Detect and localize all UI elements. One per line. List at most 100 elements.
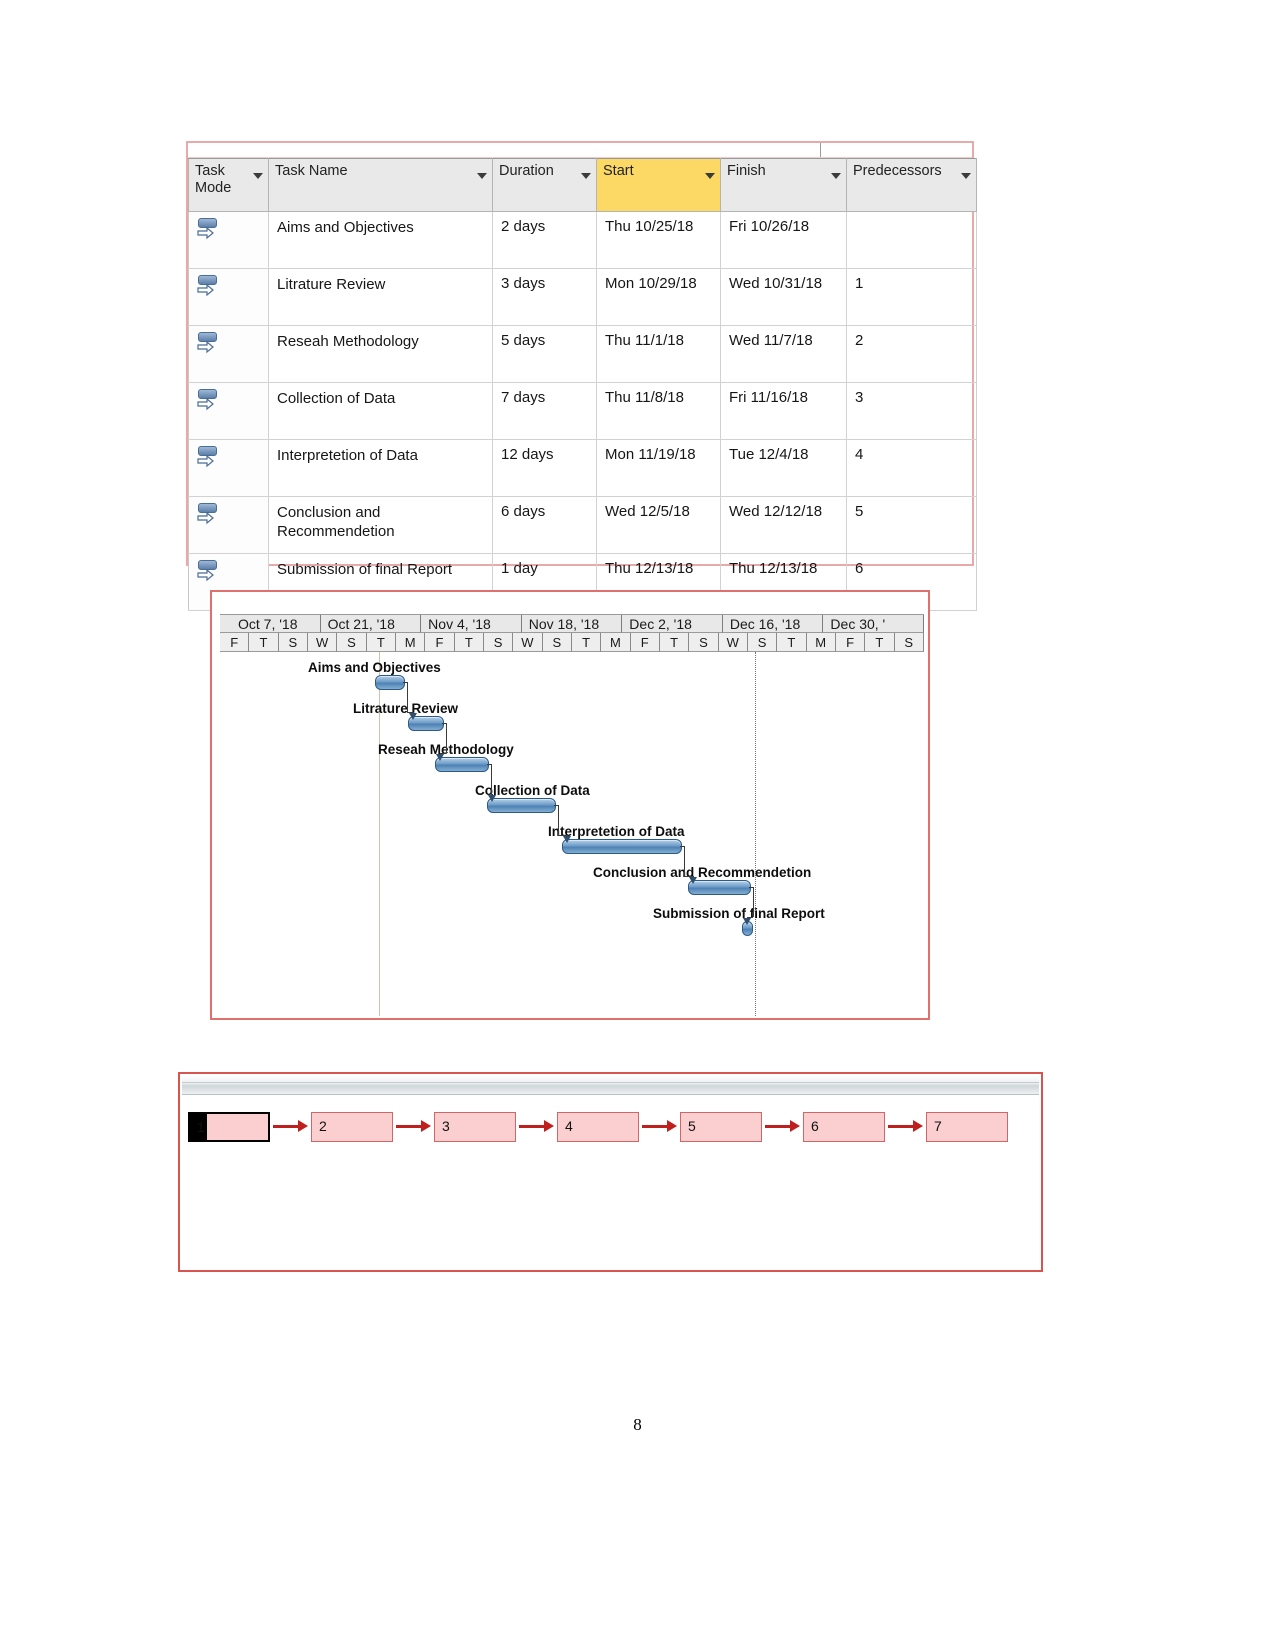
cell-task-mode[interactable] bbox=[188, 211, 269, 269]
timescale-day: S bbox=[278, 633, 308, 652]
gantt-bar[interactable] bbox=[375, 675, 405, 690]
cell-finish[interactable]: Wed 12/12/18 bbox=[720, 496, 847, 554]
gantt-bar-label: Conclusion and Recommendetion bbox=[593, 865, 812, 880]
column-label: Finish bbox=[727, 163, 766, 179]
filter-dropdown-icon[interactable] bbox=[477, 173, 487, 179]
gantt-link-arrow-icon bbox=[689, 877, 697, 884]
network-node[interactable]: 1 bbox=[188, 1112, 270, 1142]
timescale-day: S bbox=[542, 633, 572, 652]
timescale-week: Dec 16, '18 bbox=[722, 615, 824, 633]
cell-task-name[interactable]: Interpretetion of Data bbox=[268, 439, 493, 497]
page-number: 8 bbox=[633, 1415, 642, 1434]
timescale-day: M bbox=[395, 633, 426, 652]
column-header-duration[interactable]: Duration bbox=[492, 158, 597, 212]
cell-predecessors[interactable]: 4 bbox=[846, 439, 977, 497]
filter-dropdown-icon[interactable] bbox=[831, 173, 841, 179]
cell-duration[interactable]: 6 days bbox=[492, 496, 597, 554]
timescale-day: W bbox=[513, 633, 543, 652]
sheet-top-strip bbox=[188, 143, 972, 158]
cell-start[interactable]: Thu 11/8/18 bbox=[596, 382, 721, 440]
filter-dropdown-icon[interactable] bbox=[705, 173, 715, 179]
gantt-status-line bbox=[755, 652, 757, 1016]
filter-dropdown-icon[interactable] bbox=[961, 173, 971, 179]
network-arrow-head-icon bbox=[298, 1120, 308, 1132]
cell-duration[interactable]: 3 days bbox=[492, 268, 597, 326]
cell-start[interactable]: Mon 11/19/18 bbox=[596, 439, 721, 497]
network-arrow bbox=[888, 1125, 913, 1128]
column-header-task-mode[interactable]: Task Mode bbox=[188, 158, 269, 212]
cell-task-name[interactable]: Collection of Data bbox=[268, 382, 493, 440]
project-task-sheet: Task Mode Task Name Duration Start Finis… bbox=[186, 141, 977, 611]
table-row[interactable]: Interpretetion of Data 12 days Mon 11/19/1… bbox=[188, 439, 977, 497]
cell-start[interactable]: Wed 12/5/18 bbox=[596, 496, 721, 554]
column-header-start[interactable]: Start bbox=[596, 158, 721, 212]
cell-start[interactable]: Thu 11/1/18 bbox=[596, 325, 721, 383]
gantt-bar[interactable] bbox=[487, 798, 556, 813]
network-diagram: 1 2 3 4 5 6 7 bbox=[178, 1072, 1043, 1272]
cell-task-name[interactable]: Litrature Review bbox=[268, 268, 493, 326]
cell-start[interactable]: Mon 10/29/18 bbox=[596, 268, 721, 326]
gantt-bar[interactable] bbox=[562, 839, 682, 854]
node-id-label: 1 bbox=[197, 1119, 205, 1135]
cell-predecessors[interactable]: 3 bbox=[846, 382, 977, 440]
cell-predecessors[interactable] bbox=[846, 211, 977, 269]
table-row[interactable]: Aims and Objectives 2 days Thu 10/25/18 Fri… bbox=[188, 211, 977, 269]
cell-task-mode[interactable] bbox=[188, 325, 269, 383]
network-node[interactable]: 7 bbox=[926, 1112, 1008, 1142]
cell-duration[interactable]: 12 days bbox=[492, 439, 597, 497]
cell-task-name[interactable]: Aims and Objectives bbox=[268, 211, 493, 269]
gantt-link-arrow-icon bbox=[743, 918, 751, 925]
cell-task-name[interactable]: Conclusion and Recommendetion bbox=[268, 496, 493, 554]
cell-duration[interactable]: 2 days bbox=[492, 211, 597, 269]
gantt-bars-area: Aims and Objectives Litrature Review Resea… bbox=[220, 652, 924, 1016]
gantt-bar[interactable] bbox=[688, 880, 751, 895]
timescale-day: F bbox=[835, 633, 866, 652]
node-id-label: 7 bbox=[934, 1118, 942, 1134]
network-node[interactable]: 3 bbox=[434, 1112, 516, 1142]
timescale-week: Nov 18, '18 bbox=[521, 615, 623, 633]
network-node[interactable]: 6 bbox=[803, 1112, 885, 1142]
gantt-link bbox=[684, 846, 685, 876]
table-row[interactable]: Conclusion and Recommendetion 6 days Wed 1… bbox=[188, 496, 977, 554]
cell-task-name[interactable]: Reseah Methodology bbox=[268, 325, 493, 383]
cell-finish[interactable]: Fri 10/26/18 bbox=[720, 211, 847, 269]
cell-duration[interactable]: 5 days bbox=[492, 325, 597, 383]
cell-finish[interactable]: Wed 10/31/18 bbox=[720, 268, 847, 326]
column-header-task-name[interactable]: Task Name bbox=[268, 158, 493, 212]
timescale-day: T bbox=[366, 633, 396, 652]
cell-task-mode[interactable] bbox=[188, 496, 269, 554]
cell-predecessors[interactable]: 2 bbox=[846, 325, 977, 383]
column-label: Task Name bbox=[275, 163, 348, 179]
timescale-day: S bbox=[894, 633, 924, 652]
column-header-finish[interactable]: Finish bbox=[720, 158, 847, 212]
cell-task-mode[interactable] bbox=[188, 382, 269, 440]
table-row[interactable]: Collection of Data 7 days Thu 11/8/18 Fri 1… bbox=[188, 382, 977, 440]
cell-task-mode[interactable] bbox=[188, 439, 269, 497]
column-label: Predecessors bbox=[853, 163, 942, 179]
timescale-day: T bbox=[454, 633, 484, 652]
column-header-predecessors[interactable]: Predecessors bbox=[846, 158, 977, 212]
cell-start[interactable]: Thu 10/25/18 bbox=[596, 211, 721, 269]
cell-finish[interactable]: Tue 12/4/18 bbox=[720, 439, 847, 497]
table-row[interactable]: Litrature Review 3 days Mon 10/29/18 Wed 10… bbox=[188, 268, 977, 326]
cell-predecessors[interactable]: 5 bbox=[846, 496, 977, 554]
network-node[interactable]: 4 bbox=[557, 1112, 639, 1142]
cell-task-mode[interactable] bbox=[188, 268, 269, 326]
cell-duration[interactable]: 7 days bbox=[492, 382, 597, 440]
filter-dropdown-icon[interactable] bbox=[253, 173, 263, 179]
network-arrow-head-icon bbox=[790, 1120, 800, 1132]
cell-predecessors[interactable]: 1 bbox=[846, 268, 977, 326]
network-arrow bbox=[642, 1125, 667, 1128]
filter-dropdown-icon[interactable] bbox=[581, 173, 591, 179]
network-node[interactable]: 2 bbox=[311, 1112, 393, 1142]
network-arrow-head-icon bbox=[913, 1120, 923, 1132]
timescale-week: Oct 7, '18 bbox=[220, 615, 321, 633]
timescale-day: W bbox=[718, 633, 748, 652]
cell-finish[interactable]: Wed 11/7/18 bbox=[720, 325, 847, 383]
gantt-link-arrow-icon bbox=[409, 713, 417, 720]
table-row[interactable]: Reseah Methodology 5 days Thu 11/1/18 Wed 1… bbox=[188, 325, 977, 383]
node-id-label: 5 bbox=[688, 1118, 696, 1134]
gantt-bar-label: Aims and Objectives bbox=[308, 660, 441, 675]
network-node[interactable]: 5 bbox=[680, 1112, 762, 1142]
cell-finish[interactable]: Fri 11/16/18 bbox=[720, 382, 847, 440]
